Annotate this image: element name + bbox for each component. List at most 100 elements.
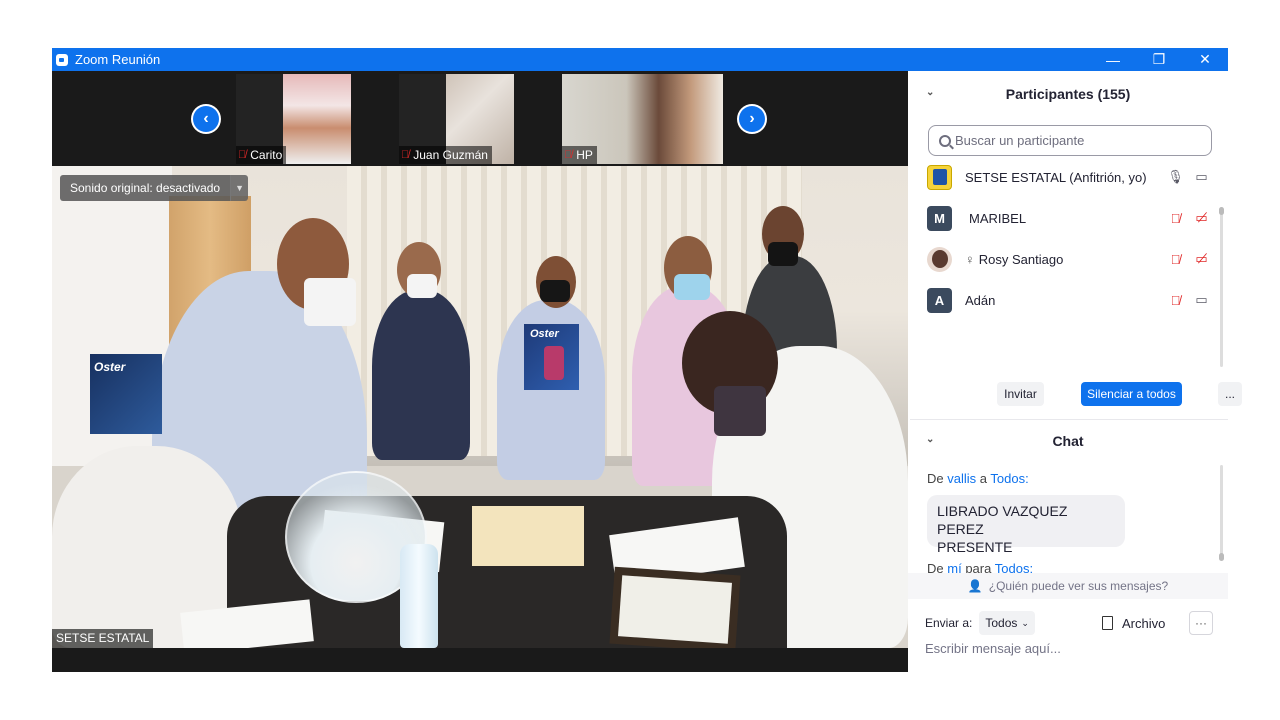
window-controls: — ❐ ✕ [1090, 48, 1228, 71]
oster-box: Oster [90, 354, 162, 434]
participant-name: MARIBEL [969, 210, 1027, 226]
speaker-name-label: SETSE ESTATAL [52, 629, 154, 648]
chevron-down-icon[interactable]: ⌄ [926, 434, 934, 445]
send-to-label: Enviar a: [925, 616, 973, 630]
original-sound-toggle[interactable]: Sonido original: desactivado [60, 175, 231, 201]
person [372, 290, 470, 460]
zoom-app-icon [56, 53, 68, 66]
chat-message-bubble: LIBRADO VAZQUEZ PEREZ PRESENTE [927, 495, 1125, 555]
hand-lowered-icon: ♀ [965, 251, 975, 267]
mic-muted-icon: 🎙̸ [401, 149, 410, 161]
participant-row[interactable]: ♀ Rosy Santiago 🎙̸ ▭̸ [927, 244, 1209, 274]
participant-name: Rosy Santiago [978, 251, 1064, 267]
face-mask [540, 280, 570, 302]
avatar [927, 164, 952, 190]
chevron-down-icon[interactable]: ⌄ [926, 87, 934, 98]
minimize-button[interactable]: — [1090, 48, 1136, 71]
thumbnail-name: HP [576, 148, 593, 162]
avatar: M [927, 205, 952, 231]
thumbnail-label: 🎙̸ HP [562, 146, 597, 164]
more-options-button[interactable]: ... [1218, 382, 1242, 406]
search-icon [939, 134, 951, 147]
participant-name: Adán [965, 292, 996, 308]
thumbnail-name: Carito [250, 148, 283, 162]
microphone-muted-icon[interactable]: 🎙̸ [1168, 211, 1183, 226]
participants-header: ⌄ Participantes (155) [908, 74, 1228, 114]
participant-row[interactable]: M MARIBEL 🎙̸ ▭̸ [927, 203, 1209, 233]
participant-video [283, 74, 351, 164]
chat-message-meta: De vallis a Todos: [927, 471, 1029, 486]
send-to-select[interactable]: Todos ⌄ [979, 611, 1035, 635]
previous-page-button[interactable]: ‹ [191, 104, 221, 134]
box-brand: Oster [94, 360, 126, 374]
participant-scrollbar[interactable] [1219, 207, 1224, 367]
face-mask [768, 242, 798, 266]
close-button[interactable]: ✕ [1182, 48, 1228, 71]
face-mask [304, 278, 356, 326]
video-off-icon[interactable]: ▭̸ [1194, 251, 1209, 267]
chat-messages: De vallis a Todos: LIBRADO VAZQUEZ PEREZ… [908, 466, 1220, 574]
avatar-photo [931, 250, 948, 268]
participant-list: SETSE ESTATAL (Anfitrión, yo) 🎙 ▭ M MARI… [908, 159, 1218, 323]
box-brand: Oster [530, 328, 559, 340]
chevron-down-icon: ⌄ [1021, 617, 1029, 628]
participant-row[interactable]: A Adán 🎙̸ ▭ [927, 285, 1209, 315]
microphone-icon[interactable]: 🎙 [1167, 169, 1184, 185]
video-camera-icon[interactable]: ▭ [1194, 169, 1209, 185]
mute-all-button[interactable]: Silenciar a todos [1081, 382, 1182, 406]
participant-thumbnail[interactable]: 🎙̸ Juan Guzmán [399, 74, 514, 164]
blender-image [544, 346, 564, 380]
divider [910, 419, 1228, 420]
avatar: A [927, 287, 952, 313]
participant-thumbnail[interactable]: 🎙̸ Carito [236, 74, 351, 164]
person-lock-icon: 👤 [967, 579, 983, 593]
restore-button[interactable]: ❐ [1136, 48, 1182, 71]
thumbnail-name: Juan Guzmán [413, 148, 488, 162]
thumbnail-label: 🎙̸ Carito [236, 146, 287, 164]
microphone-muted-icon[interactable]: 🎙̸ [1168, 293, 1183, 308]
chat-scrollbar[interactable] [1219, 465, 1224, 561]
sender-name[interactable]: vallis [947, 471, 976, 486]
participant-search-input[interactable]: Buscar un participante [928, 125, 1212, 156]
face-mask [407, 274, 437, 298]
participant-row[interactable]: SETSE ESTATAL (Anfitrión, yo) 🎙 ▭ [927, 162, 1209, 192]
mic-muted-icon: 🎙̸ [564, 149, 573, 161]
face-mask [674, 274, 710, 300]
chevron-right-icon: › [739, 106, 765, 132]
chevron-down-icon[interactable]: ▼ [230, 175, 249, 201]
chat-message-input[interactable]: Escribir mensaje aquí... [925, 641, 1061, 656]
search-placeholder: Buscar un participante [955, 133, 1085, 148]
oster-blender-box: Oster [524, 324, 579, 390]
avatar [927, 246, 952, 272]
active-speaker-video[interactable]: Oster Oster Sonido original: desactivado… [52, 166, 908, 648]
chat-header: ⌄ Chat [908, 421, 1228, 461]
video-camera-icon[interactable]: ▭ [1194, 292, 1209, 308]
file-button[interactable]: Archivo [1102, 611, 1165, 635]
logo-icon [932, 169, 947, 185]
folder [472, 506, 584, 566]
file-icon [1102, 616, 1113, 630]
window-title: Zoom Reunión [75, 52, 161, 67]
invite-button[interactable]: Invitar [997, 382, 1044, 406]
microphone-muted-icon[interactable]: 🎙̸ [1168, 252, 1183, 267]
chat-more-button[interactable]: ··· [1189, 611, 1213, 635]
next-page-button[interactable]: › [737, 104, 767, 134]
participant-name: SETSE ESTATAL (Anfitrión, yo) [965, 169, 1147, 185]
chat-message-text: PRESENTE [937, 539, 1013, 555]
side-panel: ⌄ Participantes (155) Buscar un particip… [908, 71, 1242, 672]
chevron-left-icon: ‹ [193, 106, 219, 132]
water-bottle [400, 544, 438, 648]
video-thumbnail-strip: ‹ 🎙̸ Carito 🎙̸ Juan Guzmán 🎙̸ HP › [52, 71, 908, 166]
face-mask [714, 386, 766, 436]
chat-message-text: LIBRADO VAZQUEZ PEREZ [937, 503, 1068, 537]
video-off-icon[interactable]: ▭̸ [1194, 210, 1209, 226]
certificate-frame [609, 566, 741, 648]
zoom-window: Zoom Reunión — ❐ ✕ ‹ 🎙̸ Carito 🎙̸ Juan G… [52, 48, 1242, 672]
recipient-name[interactable]: Todos: [990, 471, 1028, 486]
who-can-see-text: ¿Quién puede ver sus mensajes? [988, 579, 1169, 593]
participant-thumbnail[interactable]: 🎙̸ HP [562, 74, 723, 164]
send-to-row: Enviar a: Todos ⌄ Archivo ··· [925, 611, 1215, 635]
participant-actions: Invitar Silenciar a todos ... [908, 382, 1242, 406]
title-bar: Zoom Reunión — ❐ ✕ [52, 48, 1228, 71]
who-can-see-messages[interactable]: 👤 ¿Quién puede ver sus mensajes? [908, 573, 1228, 599]
